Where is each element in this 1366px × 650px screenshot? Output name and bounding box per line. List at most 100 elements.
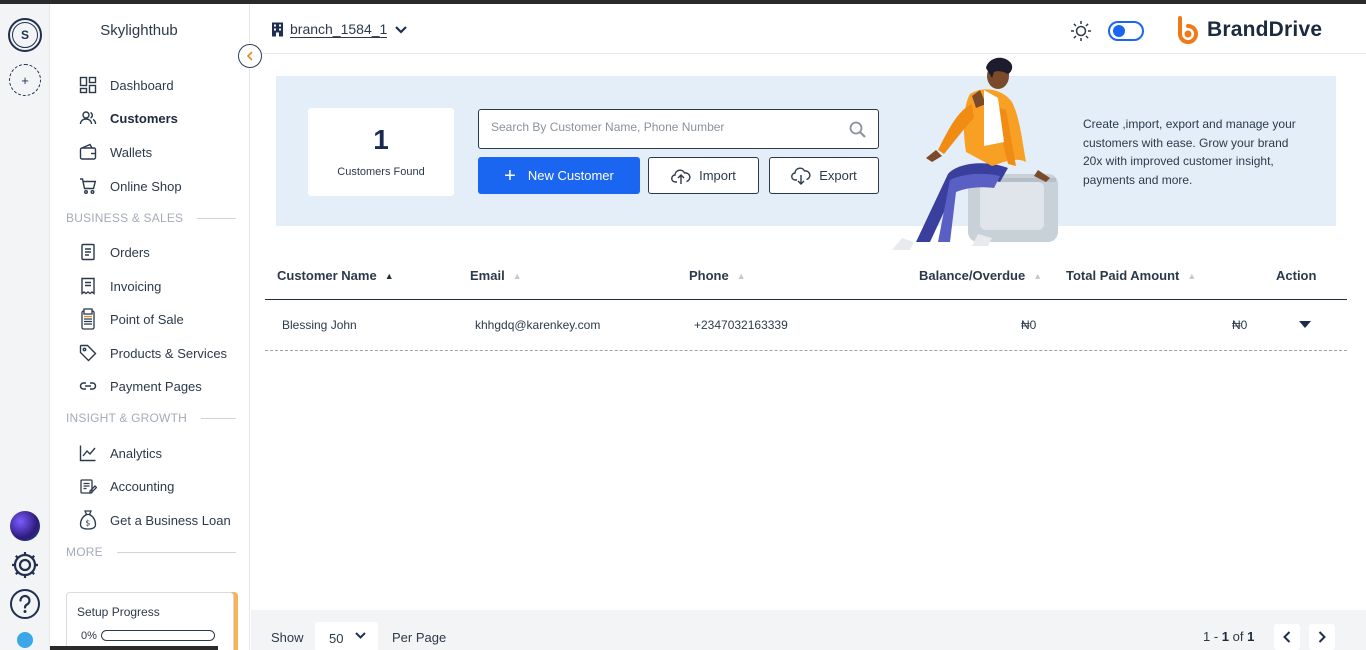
workspace-initial: S xyxy=(12,22,38,48)
chevron-left-icon xyxy=(246,51,253,61)
pagination-bar: Show 50 Per Page 1 - 1 of 1 xyxy=(251,610,1366,650)
search-icon[interactable] xyxy=(849,121,866,143)
sidebar-item-wallets[interactable]: Wallets xyxy=(78,140,152,164)
workspace-name: Skylighthub xyxy=(100,22,178,39)
customer-name-cell: Blessing John xyxy=(282,318,357,332)
sidebar-item-invoicing[interactable]: Invoicing xyxy=(78,274,161,298)
section-label: MORE xyxy=(66,545,103,559)
sidebar-item-dashboard[interactable]: Dashboard xyxy=(78,73,174,97)
divider xyxy=(200,417,236,419)
theme-toggle[interactable] xyxy=(1108,21,1144,41)
orders-icon xyxy=(78,242,98,262)
help-icon[interactable] xyxy=(9,588,41,625)
column-label: Email xyxy=(470,268,505,283)
column-email[interactable]: Email ▲ xyxy=(470,268,522,283)
sidebar-item-label: Customers xyxy=(110,110,178,126)
sort-icon[interactable]: ▲ xyxy=(737,271,746,281)
column-total-paid[interactable]: Total Paid Amount ▲ xyxy=(1066,268,1196,283)
sort-asc-icon[interactable]: ▲ xyxy=(385,271,394,281)
sort-icon[interactable]: ▲ xyxy=(1033,271,1042,281)
sort-icon[interactable]: ▲ xyxy=(513,271,522,281)
svg-text:$: $ xyxy=(85,519,90,528)
phone-cell: +2347032163339 xyxy=(694,318,788,332)
chevron-right-icon xyxy=(1318,631,1326,643)
sidebar-item-point-of-sale[interactable]: Point of Sale xyxy=(78,307,184,331)
cart-icon xyxy=(78,176,98,196)
per-page-label: Per Page xyxy=(392,630,447,645)
setup-progress-title: Setup Progress xyxy=(77,605,160,619)
dashboard-icon xyxy=(78,75,98,95)
branddrive-logo-icon xyxy=(1178,16,1198,44)
setup-progress-card[interactable]: Setup Progress 0% xyxy=(66,592,234,650)
wallet-icon xyxy=(78,142,98,162)
hero-description: Create ,import, export and manage your c… xyxy=(1083,117,1296,187)
sidebar-item-online-shop[interactable]: Online Shop xyxy=(78,174,182,198)
customers-icon xyxy=(78,108,106,132)
column-customer-name[interactable]: Customer Name ▲ xyxy=(277,268,394,283)
divider xyxy=(197,217,236,219)
column-label: Customer Name xyxy=(277,268,377,283)
link-icon xyxy=(78,376,98,396)
prev-page-button[interactable] xyxy=(1274,624,1300,650)
sort-icon[interactable]: ▲ xyxy=(1187,271,1196,281)
add-workspace-button[interactable]: + xyxy=(9,64,41,96)
top-header: branch_1584_1 BrandDrive xyxy=(251,4,1366,54)
sun-icon[interactable] xyxy=(1070,20,1092,47)
sidebar-item-business-loan[interactable]: $ Get a Business Loan xyxy=(78,508,231,532)
sidebar-item-products-services[interactable]: Products & Services xyxy=(78,341,227,365)
divider xyxy=(116,551,236,553)
setup-progress-bar xyxy=(101,630,215,641)
new-customer-label: New Customer xyxy=(527,168,614,183)
section-label: INSIGHT & GROWTH xyxy=(66,411,187,425)
building-icon xyxy=(272,22,283,37)
sidebar-item-customers[interactable]: Customers xyxy=(78,106,178,132)
workspace-avatar[interactable]: S xyxy=(8,18,42,52)
upload-cloud-icon xyxy=(671,169,691,184)
chart-icon xyxy=(78,443,98,463)
sidebar-item-analytics[interactable]: Analytics xyxy=(78,441,162,465)
row-action-dropdown-icon[interactable] xyxy=(1299,321,1311,328)
new-customer-button[interactable]: + New Customer xyxy=(478,157,640,194)
branch-name: branch_1584_1 xyxy=(290,21,388,38)
customer-count-label: Customers Found xyxy=(337,166,425,178)
gear-icon[interactable] xyxy=(9,549,41,586)
branch-selector[interactable]: branch_1584_1 xyxy=(271,21,408,38)
money-bag-icon: $ xyxy=(78,510,98,530)
page-range: 1 - 1 of 1 xyxy=(1203,629,1254,644)
export-button[interactable]: Export xyxy=(769,157,879,194)
person-sitting-illustration xyxy=(892,57,1058,250)
download-cloud-icon xyxy=(791,167,811,185)
table-row[interactable]: Blessing John khhgdq@karenkey.com +23470… xyxy=(265,301,1347,351)
per-page-value: 50 xyxy=(329,631,344,646)
column-label: Balance/Overdue xyxy=(919,268,1026,283)
globe-icon[interactable] xyxy=(10,511,40,541)
per-page-select[interactable]: 50 xyxy=(315,622,378,650)
range-prefix: 1 - xyxy=(1203,629,1222,644)
import-button[interactable]: Import xyxy=(648,157,759,194)
tag-icon xyxy=(78,343,98,363)
sidebar-item-payment-pages[interactable]: Payment Pages xyxy=(78,374,202,398)
user-avatar[interactable] xyxy=(17,632,33,648)
collapse-sidebar-button[interactable] xyxy=(238,44,262,68)
sidebar-item-accounting[interactable]: Accounting xyxy=(78,474,174,498)
email-cell: khhgdq@karenkey.com xyxy=(475,318,601,332)
sidebar-item-label: Orders xyxy=(110,244,150,260)
show-label: Show xyxy=(271,630,304,645)
section-business-sales: BUSINESS & SALES xyxy=(66,211,236,225)
customer-search[interactable] xyxy=(478,109,879,149)
toggle-knob xyxy=(1113,25,1125,37)
sidebar-item-label: Point of Sale xyxy=(110,311,184,327)
sidebar-item-orders[interactable]: Orders xyxy=(78,240,150,264)
sidebar-item-label: Analytics xyxy=(110,445,163,461)
customer-count-card: 1 Customers Found xyxy=(308,108,454,196)
import-label: Import xyxy=(699,168,736,183)
plus-icon: + xyxy=(504,164,516,187)
range-of: of xyxy=(1229,629,1248,644)
search-input[interactable] xyxy=(491,120,841,134)
bottom-strip xyxy=(50,646,218,650)
column-balance[interactable]: Balance/Overdue ▲ xyxy=(919,268,1042,283)
balance-cell: ₦0 xyxy=(1021,318,1037,332)
column-phone[interactable]: Phone ▲ xyxy=(689,268,746,283)
next-page-button[interactable] xyxy=(1309,624,1335,650)
chevron-left-icon xyxy=(1283,631,1291,643)
